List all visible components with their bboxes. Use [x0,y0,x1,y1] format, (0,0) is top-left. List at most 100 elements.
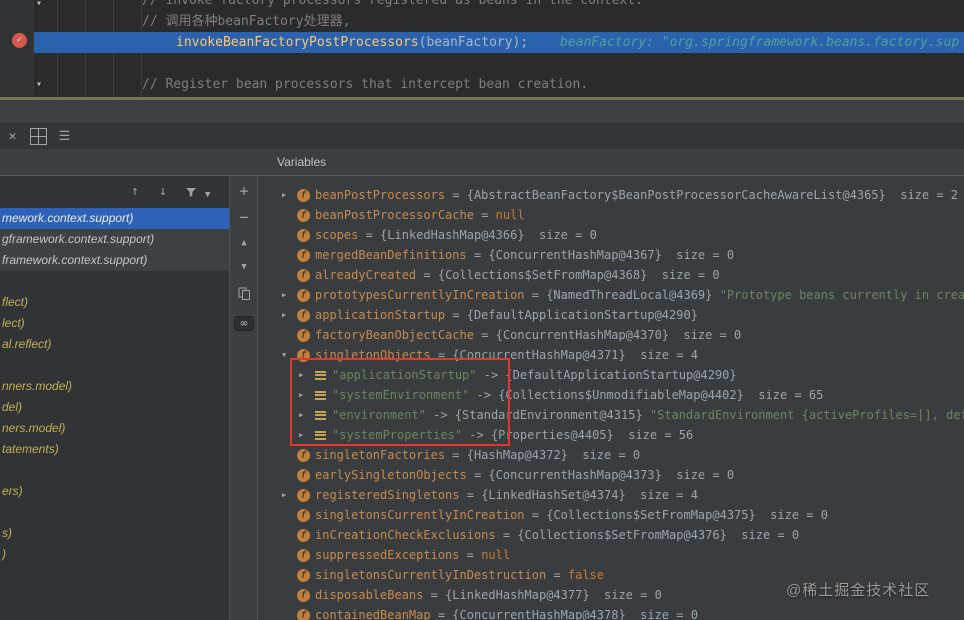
arrow-separator: -> [476,368,506,382]
variable-name: inCreationCheckExclusions [315,528,496,542]
frame-row[interactable]: s) [0,523,229,544]
variable-row[interactable]: ▶ f prototypesCurrentlyInCreation = {Named… [258,285,964,305]
variable-row[interactable]: f earlySingletonObjects = {ConcurrentHash… [258,465,964,485]
frame-row[interactable]: flect) [0,292,229,313]
size-value: size = 0 [661,468,735,482]
field-icon: f [297,328,310,342]
evaluate-infinity-icon[interactable]: ∞ [230,312,258,331]
code-line-comment: // 调用各种beanFactory处理器, [0,11,964,32]
variable-row[interactable]: ▶ "systemEnvironment" -> {Collections$Unm… [258,385,964,405]
object-value: {ConcurrentHashMap@4373} [488,468,662,482]
field-icon: f [297,188,310,202]
frame-row[interactable]: lect) [0,313,229,334]
size-value: size = 0 [589,588,662,602]
variable-row[interactable]: f factoryBeanObjectCache = {ConcurrentHas… [258,325,964,345]
equals-separator: = [473,208,496,222]
chevron-collapsed-icon[interactable]: ▶ [299,391,314,399]
variable-row[interactable]: f suppressedExceptions = null [258,545,964,565]
variable-row[interactable]: f beanPostProcessorCache = null [258,205,964,225]
list-layout-icon[interactable]: ☰ [56,128,73,145]
variable-row[interactable]: ▶ f applicationStartup = {DefaultApplicati… [258,305,964,325]
variable-name: earlySingletonObjects [315,468,467,482]
object-value: {Collections$SetFromMap@4375} [546,508,756,522]
variable-row[interactable]: ▶ "environment" -> {StandardEnvironment@4… [258,405,964,425]
frame-row[interactable]: framework.context.support) [0,250,229,271]
variable-row[interactable]: f singletonFactories = {HashMap@4372} siz… [258,445,964,465]
chevron-collapsed-icon[interactable]: ▶ [299,371,314,379]
frame-row[interactable]: ners.model) [0,418,229,439]
frames-list: mework.context.support) gframework.contex… [0,208,229,565]
fold-arrow-icon[interactable]: ▾ [36,80,42,90]
object-value: {AbstractBeanFactory$BeanPostProcessorCa… [466,188,886,202]
variables-tree: ▶ f beanPostProcessors = {AbstractBeanFact… [258,176,964,620]
filter-funnel-icon[interactable] [185,186,197,202]
chevron-collapsed-icon[interactable]: ▶ [299,431,314,439]
code-line-comment: // Register bean processors that interce… [0,74,964,95]
down-arrow-icon[interactable]: ↓ [159,184,167,199]
chevron-collapsed-icon[interactable]: ▶ [282,491,297,499]
grid-layout-icon[interactable] [30,128,47,145]
fold-arrow-icon[interactable]: ▾ [36,0,42,9]
size-value: size = 0 [524,228,597,242]
object-value: {NamedThreadLocal@4369} [546,288,713,302]
object-value: {Collections$UnmodifiableMap@4402} [498,388,744,402]
variable-row[interactable]: f containedBeanMap = {ConcurrentHashMap@4… [258,605,964,620]
scroll-up-icon[interactable]: ▲ [230,238,258,248]
object-value: {DefaultApplicationStartup@4290} [466,308,698,322]
variable-row[interactable]: f scopes = {LinkedHashMap@4366} size = 0 [258,225,964,245]
equals-separator: = [430,608,453,620]
variable-row[interactable]: f singletonsCurrentlyInCreation = {Collec… [258,505,964,525]
keyword-value: null [495,208,525,222]
object-value: {LinkedHashMap@4366} [380,228,525,242]
variable-row[interactable]: ▶ f beanPostProcessors = {AbstractBeanFact… [258,185,964,205]
equals-separator: = [466,468,489,482]
frame-row[interactable]: ) [0,544,229,565]
close-icon[interactable]: ✕ [4,128,21,145]
chevron-collapsed-icon[interactable]: ▶ [282,191,297,199]
frame-row-empty [0,271,229,292]
field-icon: f [297,548,310,562]
frame-row[interactable]: al.reflect) [0,334,229,355]
variable-row[interactable]: ▶ "systemProperties" -> {Properties@4405}… [258,425,964,445]
chevron-collapsed-icon[interactable]: ▶ [282,291,297,299]
size-value: size = 0 [726,528,800,542]
frame-row[interactable]: nners.model) [0,376,229,397]
verified-breakpoint-icon[interactable]: ✓ [12,33,27,48]
frame-row[interactable]: mework.context.support) [0,208,229,229]
size-value: size = 0 [661,248,735,262]
size-value: size = 56 [613,428,694,442]
chevron-collapsed-icon[interactable]: ▶ [282,311,297,319]
variables-tab-label[interactable]: Variables [277,149,326,175]
field-icon: f [297,268,310,282]
variable-row[interactable]: f inCreationCheckExclusions = {Collection… [258,525,964,545]
variable-row[interactable]: f alreadyCreated = {Collections$SetFromMa… [258,265,964,285]
frame-row[interactable]: ers) [0,481,229,502]
variable-row[interactable]: ▶ f registeredSingletons = {LinkedHashSet@… [258,485,964,505]
variable-row[interactable]: f mergedBeanDefinitions = {ConcurrentHash… [258,245,964,265]
current-code-line: invokeBeanFactoryPostProcessors(beanFact… [0,32,964,53]
variable-row[interactable]: ▼ f singletonObjects = {ConcurrentHashMap@… [258,345,964,365]
frame-row[interactable]: gframework.context.support) [0,229,229,250]
add-watch-icon[interactable]: + [230,182,258,200]
arrow-separator: -> [462,428,491,442]
equals-separator: = [524,508,547,522]
arrow-separator: -> [425,408,455,422]
remove-watch-icon[interactable]: − [230,208,258,226]
scroll-down-icon[interactable]: ▼ [230,262,258,272]
frame-row[interactable]: tatements) [0,439,229,460]
variable-name: singletonObjects [315,348,431,362]
up-arrow-icon[interactable]: ↑ [131,184,139,199]
variable-name: suppressedExceptions [315,548,460,562]
frame-row[interactable]: del) [0,397,229,418]
chevron-down-icon[interactable]: ▼ [205,188,210,203]
chevron-expanded-icon[interactable]: ▼ [282,351,297,359]
code-editor[interactable]: ▾ ✓ ▾ // invoke factory processors regis… [0,0,964,97]
chevron-collapsed-icon[interactable]: ▶ [299,411,314,419]
duplicate-icon[interactable] [230,286,258,305]
equals-separator: = [445,188,467,202]
equals-separator: = [430,348,453,362]
variable-name: applicationStartup [315,308,446,322]
size-value: size = 4 [625,488,698,502]
variable-row[interactable]: ▶ "applicationStartup" -> {DefaultApplica… [258,365,964,385]
field-icon: f [297,588,310,602]
